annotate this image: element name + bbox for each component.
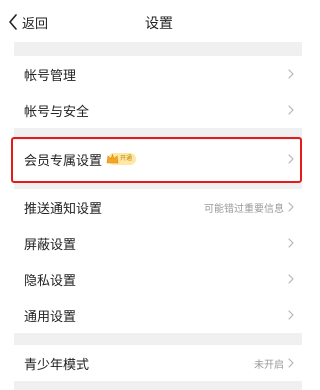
section-divider xyxy=(14,42,302,56)
chevron-right-icon xyxy=(288,154,294,164)
item-label: 通用设置 xyxy=(24,309,77,325)
badge-text: 开通 xyxy=(120,155,133,162)
item-label: 帐号管理 xyxy=(24,68,77,84)
chevron-right-icon xyxy=(288,238,294,248)
block-settings-item[interactable]: 屏蔽设置 xyxy=(14,225,302,261)
item-label: 会员专属设置 xyxy=(24,153,103,169)
chevron-right-icon xyxy=(288,358,294,368)
item-label: 帐号与安全 xyxy=(24,104,90,120)
crown-icon xyxy=(106,153,119,164)
teen-mode-item[interactable]: 青少年模式 未开启 xyxy=(14,345,302,381)
general-settings-item[interactable]: 通用设置 xyxy=(14,297,302,333)
section-divider xyxy=(14,381,302,390)
privacy-settings-item[interactable]: 隐私设置 xyxy=(14,261,302,297)
item-label: 青少年模式 xyxy=(24,357,90,373)
section-divider xyxy=(14,128,302,140)
account-management-item[interactable]: 帐号管理 xyxy=(14,56,302,92)
item-label: 推送通知设置 xyxy=(24,201,103,217)
top-bar: 返回 设置 xyxy=(0,0,318,42)
item-label: 隐私设置 xyxy=(24,273,77,289)
status-text: 可能错过重要信息 xyxy=(204,203,284,215)
status-text: 未开启 xyxy=(254,359,284,371)
member-badge: 开通 xyxy=(106,153,137,165)
chevron-right-icon xyxy=(288,69,294,79)
chevron-right-icon xyxy=(288,105,294,115)
page-title: 设置 xyxy=(145,16,173,32)
account-security-item[interactable]: 帐号与安全 xyxy=(14,92,302,128)
chevron-right-icon xyxy=(288,310,294,320)
push-notification-item[interactable]: 推送通知设置 可能错过重要信息 xyxy=(14,189,302,225)
item-label: 屏蔽设置 xyxy=(24,237,77,253)
chevron-right-icon xyxy=(288,202,294,212)
section-divider xyxy=(14,333,302,345)
member-settings-item[interactable]: 会员专属设置 开通 xyxy=(14,140,302,178)
chevron-right-icon xyxy=(288,274,294,284)
